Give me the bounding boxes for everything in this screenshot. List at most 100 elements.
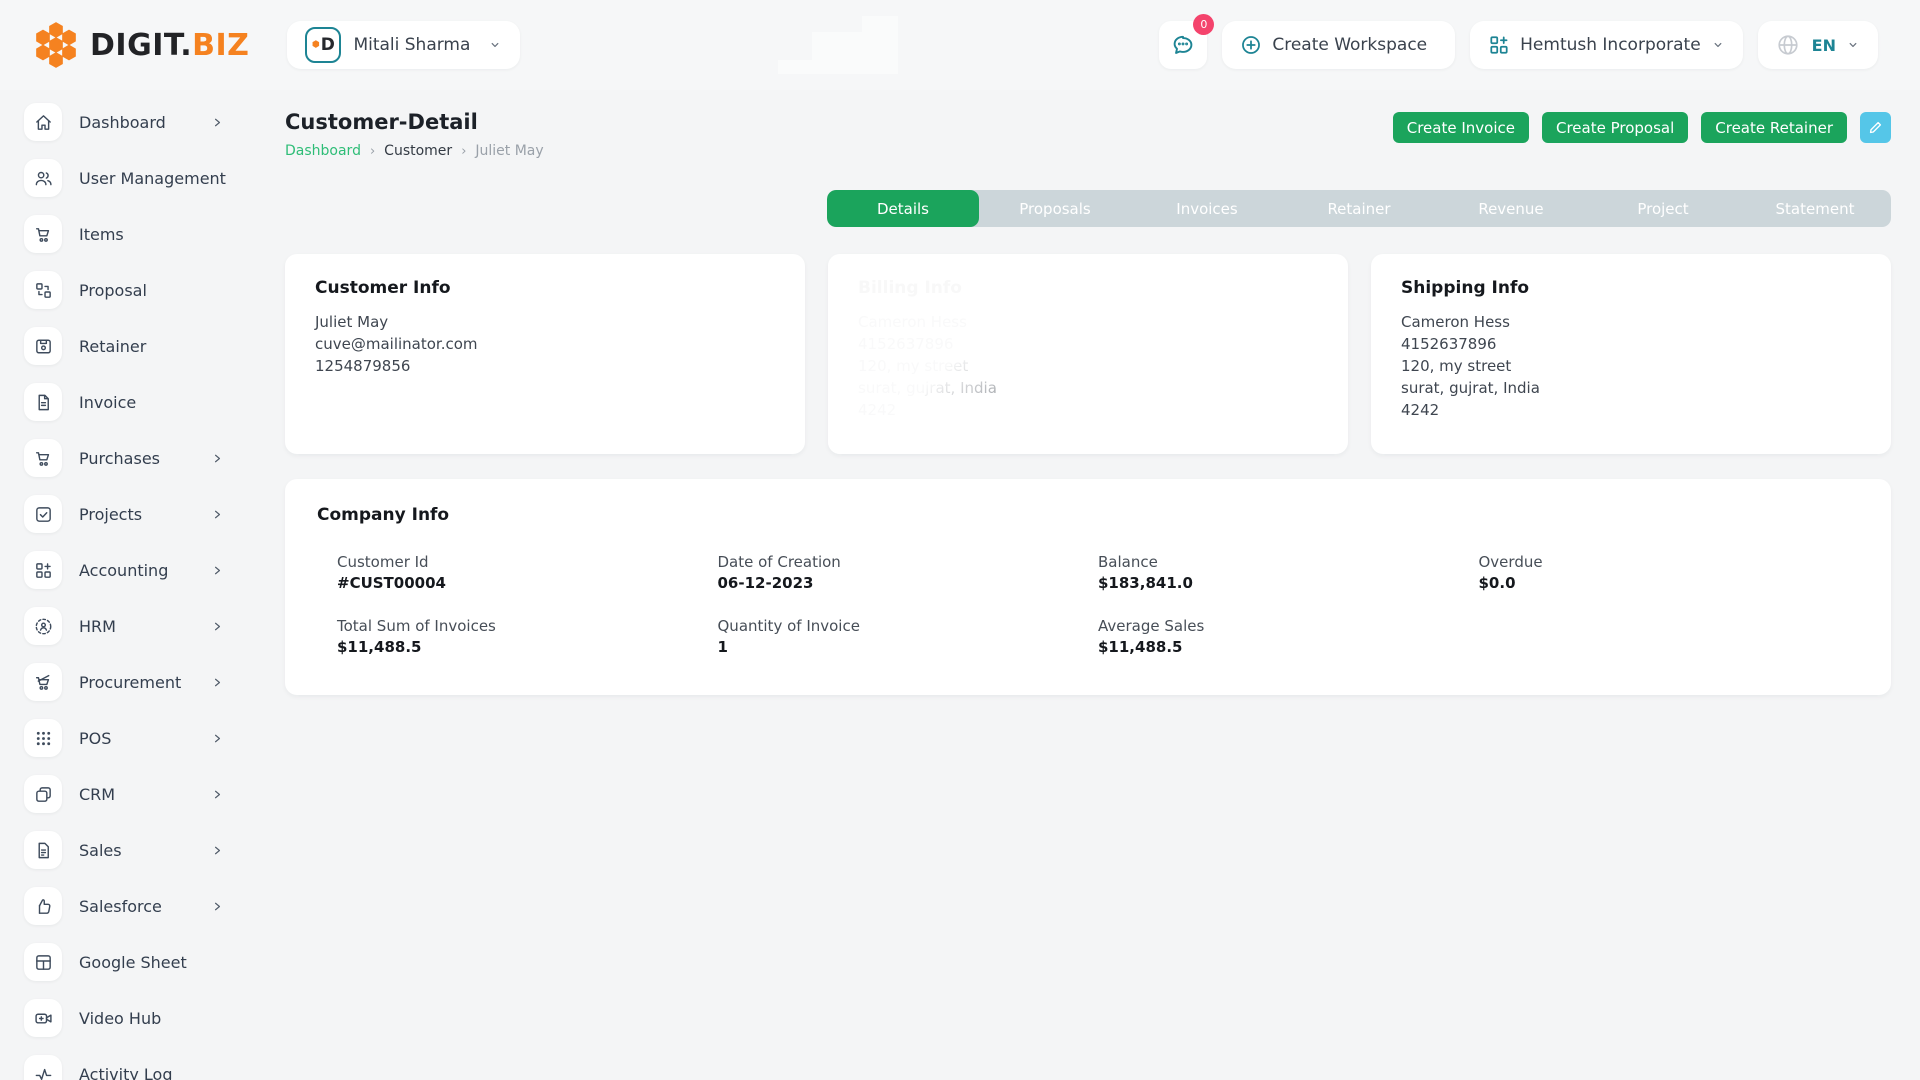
chevron-right-icon <box>211 620 224 633</box>
sidebar-item-sales[interactable]: Sales <box>24 830 230 870</box>
field-quantity-invoice: Quantity of Invoice 1 <box>718 617 1099 656</box>
field-total-sum-invoices: Total Sum of Invoices $11,488.5 <box>337 617 718 656</box>
shipping-phone: 4152637896 <box>1401 333 1861 355</box>
hexagon-cluster-icon <box>30 19 82 71</box>
card-title: Customer Info <box>315 278 775 298</box>
file-text-icon <box>34 393 53 412</box>
check-square-icon <box>34 505 53 524</box>
home-icon <box>34 113 53 132</box>
chat-button[interactable]: 0 <box>1159 21 1207 69</box>
user-name: Mitali Sharma <box>353 35 470 55</box>
chevron-right-icon <box>211 900 224 913</box>
create-retainer-button[interactable]: Create Retainer <box>1701 112 1847 143</box>
logo-text: DIGIT.BIZ <box>90 28 249 63</box>
company-info-card: Company Info Customer Id #CUST00004 Date… <box>285 479 1891 695</box>
create-workspace-button[interactable]: Create Workspace <box>1222 21 1455 69</box>
field-overdue: Overdue $0.0 <box>1479 553 1860 592</box>
sidebar-item-procurement[interactable]: Procurement <box>24 662 230 702</box>
chevron-right-icon <box>211 844 224 857</box>
chevron-right-icon <box>211 452 224 465</box>
sidebar-item-dashboard[interactable]: Dashboard <box>24 102 230 142</box>
tab-invoices[interactable]: Invoices <box>1131 190 1283 227</box>
card-title: Company Info <box>317 505 1859 525</box>
table-icon <box>34 953 53 972</box>
tab-details[interactable]: Details <box>827 190 979 227</box>
language-code: EN <box>1812 36 1836 55</box>
tab-statement[interactable]: Statement <box>1739 190 1891 227</box>
overlap-squares-icon <box>34 785 53 804</box>
sidebar-item-user-management[interactable]: User Management <box>24 158 230 198</box>
workspace-selector[interactable]: Hemtush Incorporate <box>1470 21 1743 69</box>
watermark-artifact <box>778 16 898 74</box>
breadcrumb-separator: › <box>461 144 466 159</box>
card-title: Shipping Info <box>1401 278 1861 298</box>
shipping-info-card: Shipping Info Cameron Hess 4152637896 12… <box>1371 254 1891 454</box>
chevron-right-icon <box>211 116 224 129</box>
chat-icon <box>1171 33 1195 57</box>
workspace-name: Hemtush Incorporate <box>1520 35 1701 55</box>
sidebar-item-accounting[interactable]: Accounting <box>24 550 230 590</box>
billing-info-card: Billing Info Cameron Hess 4152637896 120… <box>828 254 1348 454</box>
sidebar-item-crm[interactable]: CRM <box>24 774 230 814</box>
sidebar-item-invoice[interactable]: Invoice <box>24 382 230 422</box>
create-invoice-button[interactable]: Create Invoice <box>1393 112 1529 143</box>
tab-project[interactable]: Project <box>1587 190 1739 227</box>
chevron-right-icon <box>211 564 224 577</box>
tab-proposals[interactable]: Proposals <box>979 190 1131 227</box>
field-balance: Balance $183,841.0 <box>1098 553 1479 592</box>
sidebar-item-proposal[interactable]: Proposal <box>24 270 230 310</box>
sidebar-item-activity-log[interactable]: Activity Log <box>24 1054 230 1080</box>
cart-slash-icon <box>34 673 53 692</box>
thumbs-up-icon <box>34 897 53 916</box>
sidebar-item-video-hub[interactable]: Video Hub <box>24 998 230 1038</box>
sidebar-item-purchases[interactable]: Purchases <box>24 438 230 478</box>
language-selector[interactable]: EN <box>1758 21 1878 69</box>
customer-name: Juliet May <box>315 311 775 333</box>
tab-retainer[interactable]: Retainer <box>1283 190 1435 227</box>
chat-badge: 0 <box>1193 14 1214 35</box>
sidebar-item-google-sheet[interactable]: Google Sheet <box>24 942 230 982</box>
billing-zip: 4242 <box>858 399 1318 421</box>
detail-tabs: Details Proposals Invoices Retainer Reve… <box>827 190 1891 227</box>
tab-revenue[interactable]: Revenue <box>1435 190 1587 227</box>
billing-street: 120, my street <box>858 355 1318 377</box>
field-customer-id: Customer Id #CUST00004 <box>337 553 718 592</box>
breadcrumb: Dashboard › Customer › Juliet May <box>285 143 544 159</box>
person-dashed-icon <box>34 617 53 636</box>
sidebar-item-pos[interactable]: POS <box>24 718 230 758</box>
chevron-right-icon <box>211 788 224 801</box>
top-header: DIGIT.BIZ ⬢ D Mitali Sharma 0 Create Wor… <box>0 0 1920 90</box>
workspace-grid-icon <box>1488 34 1510 56</box>
chevron-right-icon <box>211 676 224 689</box>
breadcrumb-separator: › <box>370 144 375 159</box>
grid-plus-icon <box>34 561 53 580</box>
card-title: Billing Info <box>858 278 1318 298</box>
shipping-city: surat, gujrat, India <box>1401 377 1861 399</box>
sidebar-item-salesforce[interactable]: Salesforce <box>24 886 230 926</box>
pulse-icon <box>34 1065 53 1080</box>
sidebar-item-projects[interactable]: Projects <box>24 494 230 534</box>
sidebar-item-items[interactable]: Items <box>24 214 230 254</box>
video-icon <box>34 1009 53 1028</box>
plus-circle-icon <box>1240 34 1262 56</box>
customer-phone: 1254879856 <box>315 355 775 377</box>
shipping-zip: 4242 <box>1401 399 1861 421</box>
edit-customer-button[interactable] <box>1860 112 1891 143</box>
field-average-sales: Average Sales $11,488.5 <box>1098 617 1479 656</box>
sidebar-item-retainer[interactable]: Retainer <box>24 326 230 366</box>
user-switcher[interactable]: ⬢ D Mitali Sharma <box>287 21 520 69</box>
breadcrumb-dashboard[interactable]: Dashboard <box>285 143 361 159</box>
main-content: Customer-Detail Dashboard › Customer › J… <box>230 90 1920 1080</box>
swap-boxes-icon <box>34 281 53 300</box>
field-date-of-creation: Date of Creation 06-12-2023 <box>718 553 1099 592</box>
cart-icon <box>34 449 53 468</box>
billing-phone: 4152637896 <box>858 333 1318 355</box>
chevron-down-icon <box>488 38 502 52</box>
sidebar-item-hrm[interactable]: HRM <box>24 606 230 646</box>
create-proposal-button[interactable]: Create Proposal <box>1542 112 1688 143</box>
chevron-down-icon <box>1711 38 1725 52</box>
customer-email: cuve@mailinator.com <box>315 333 775 355</box>
pencil-icon <box>1868 120 1883 135</box>
breadcrumb-customer[interactable]: Customer <box>384 143 452 159</box>
customer-info-card: Customer Info Juliet May cuve@mailinator… <box>285 254 805 454</box>
